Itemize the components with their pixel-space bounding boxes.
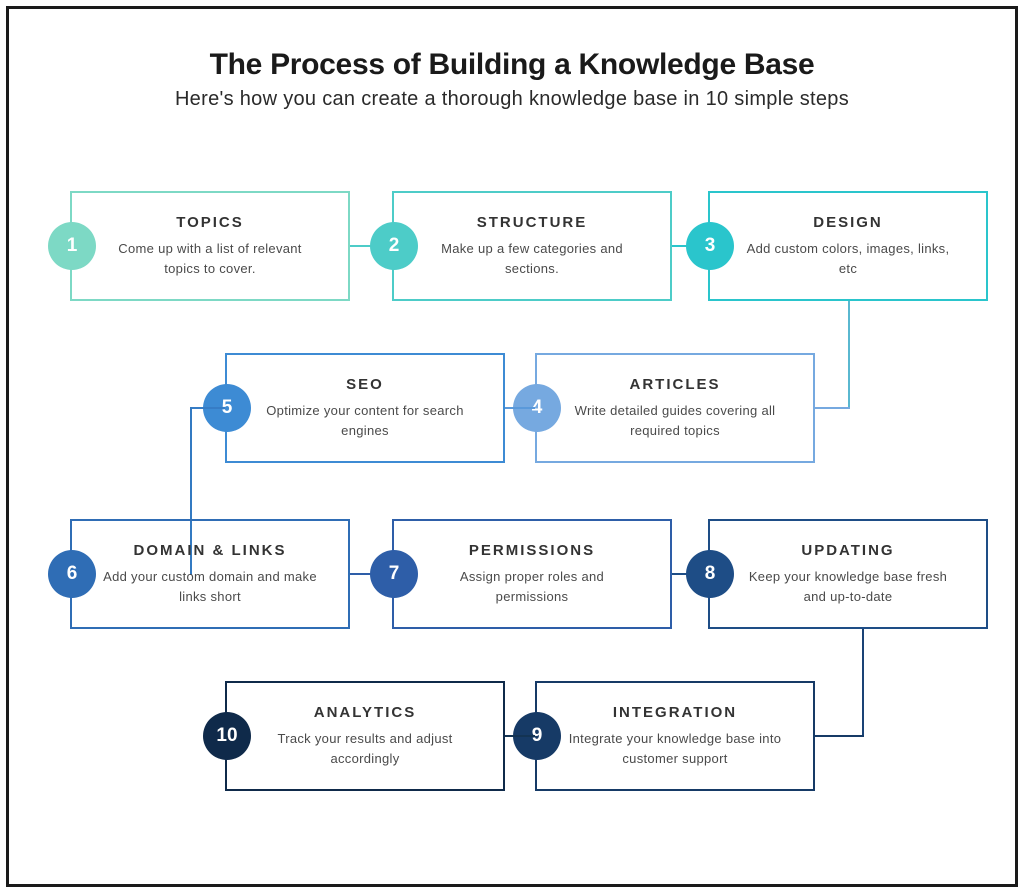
connector-4-5 [503, 407, 535, 409]
step-6-title: DOMAIN & LINKS [134, 542, 287, 559]
step-10-number: 10 [203, 712, 251, 760]
step-10-box: 10 ANALYTICS Track your results and adju… [225, 681, 505, 791]
step-7-box: 7 PERMISSIONS Assign proper roles and pe… [392, 519, 672, 629]
step-3-desc: Add custom colors, images, links, etc [740, 239, 956, 278]
step-8-desc: Keep your knowledge base fresh and up-to… [740, 567, 956, 606]
connector-3-4-v [848, 301, 850, 409]
step-1-number: 1 [48, 222, 96, 270]
process-diagram: 1 TOPICS Come up with a list of relevant… [0, 141, 1024, 841]
step-4-title: ARTICLES [630, 376, 721, 393]
step-2-title: STRUCTURE [477, 214, 588, 231]
step-5-title: SEO [346, 376, 384, 393]
step-6-desc: Add your custom domain and make links sh… [102, 567, 318, 606]
connector-8-9-h [815, 735, 864, 737]
step-6-box: 6 DOMAIN & LINKS Add your custom domain … [70, 519, 350, 629]
step-3-box: 3 DESIGN Add custom colors, images, link… [708, 191, 988, 301]
step-5-box: 5 SEO Optimize your content for search e… [225, 353, 505, 463]
step-9-title: INTEGRATION [613, 704, 737, 721]
connector-3-4-h [815, 407, 850, 409]
step-9-box: 9 INTEGRATION Integrate your knowledge b… [535, 681, 815, 791]
connector-9-10 [503, 735, 535, 737]
step-2-box: 2 STRUCTURE Make up a few categories and… [392, 191, 672, 301]
step-2-number: 2 [370, 222, 418, 270]
step-2-desc: Make up a few categories and sections. [424, 239, 640, 278]
step-1-desc: Come up with a list of relevant topics t… [102, 239, 318, 278]
step-8-title: UPDATING [801, 542, 894, 559]
step-6-number: 6 [48, 550, 96, 598]
step-10-desc: Track your results and adjust accordingl… [257, 729, 473, 768]
step-7-title: PERMISSIONS [469, 542, 595, 559]
step-7-number: 7 [370, 550, 418, 598]
connector-5-6-h1 [190, 407, 225, 409]
step-3-number: 3 [686, 222, 734, 270]
step-10-title: ANALYTICS [314, 704, 416, 721]
step-1-box: 1 TOPICS Come up with a list of relevant… [70, 191, 350, 301]
step-7-desc: Assign proper roles and permissions [424, 567, 640, 606]
step-1-title: TOPICS [176, 214, 244, 231]
step-8-box: 8 UPDATING Keep your knowledge base fres… [708, 519, 988, 629]
step-4-desc: Write detailed guides covering all requi… [567, 401, 783, 440]
step-4-box: 4 ARTICLES Write detailed guides coverin… [535, 353, 815, 463]
step-8-number: 8 [686, 550, 734, 598]
step-5-desc: Optimize your content for search engines [257, 401, 473, 440]
step-9-desc: Integrate your knowledge base into custo… [567, 729, 783, 768]
connector-8-9-v [862, 629, 864, 737]
step-3-title: DESIGN [813, 214, 883, 231]
